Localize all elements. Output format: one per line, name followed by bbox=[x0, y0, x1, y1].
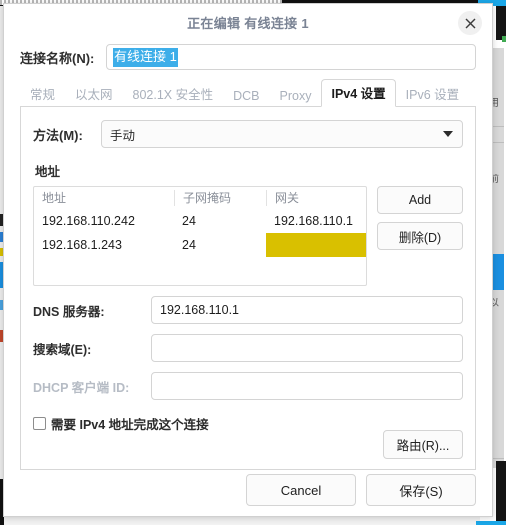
search-domains-input[interactable] bbox=[151, 334, 463, 362]
tab-ethernet[interactable]: 以太网 bbox=[65, 80, 123, 107]
column-header-gateway: 网关 bbox=[266, 190, 366, 206]
require-ipv4-label: 需要 IPv4 地址完成这个连接 bbox=[51, 418, 209, 432]
tab-dcb[interactable]: DCB bbox=[223, 85, 269, 107]
ipv4-settings-panel: 方法(M): 手动 地址 地址 子网掩码 网关 192.168.110.242 bbox=[20, 107, 476, 470]
dns-servers-row: DNS 服务器: 192.168.110.1 bbox=[33, 296, 463, 324]
background-right-dark-top bbox=[496, 6, 506, 40]
tab-ipv6-settings[interactable]: IPv6 设置 bbox=[396, 80, 470, 107]
delete-address-button[interactable]: 删除(D) bbox=[377, 222, 463, 250]
method-label: 方法(M): bbox=[33, 127, 83, 143]
connection-name-value: 有线连接 1 bbox=[113, 47, 178, 67]
cancel-button[interactable]: Cancel bbox=[246, 474, 356, 506]
routes-button[interactable]: 路由(R)... bbox=[383, 430, 463, 459]
add-address-button[interactable]: Add bbox=[377, 186, 463, 214]
require-ipv4-checkbox[interactable] bbox=[33, 417, 46, 430]
search-domains-label: 搜索域(E): bbox=[33, 342, 92, 357]
connection-name-row: 连接名称(N): 有线连接 1 bbox=[4, 42, 492, 72]
connection-name-label: 连接名称(N): bbox=[20, 50, 95, 66]
chevron-down-icon bbox=[443, 131, 453, 137]
column-header-netmask: 子网掩码 bbox=[174, 190, 266, 206]
addresses-buttons: Add 删除(D) bbox=[377, 186, 463, 286]
background-right-dark-bottom bbox=[496, 461, 506, 525]
cell-gateway-editing[interactable] bbox=[266, 233, 366, 257]
connection-name-input[interactable]: 有线连接 1 bbox=[106, 44, 476, 70]
save-button[interactable]: 保存(S) bbox=[366, 474, 476, 506]
routes-button-wrap: 路由(R)... bbox=[383, 430, 463, 459]
addresses-area: 地址 子网掩码 网关 192.168.110.242 24 192.168.11… bbox=[33, 186, 463, 286]
screen: 用 前 以 正在编辑 有线连接 1 连接名称(N): 有线连接 1 常规 以太网 bbox=[0, 0, 506, 525]
search-domains-row: 搜索域(E): bbox=[33, 334, 463, 362]
tab-ipv4-settings[interactable]: IPv4 设置 bbox=[321, 79, 396, 107]
addresses-table-header: 地址 子网掩码 网关 bbox=[34, 187, 366, 209]
dhcp-client-id-input[interactable] bbox=[151, 372, 463, 400]
background-accent-bottom bbox=[476, 521, 506, 525]
edit-connection-dialog: 正在编辑 有线连接 1 连接名称(N): 有线连接 1 常规 以太网 802.1… bbox=[3, 3, 493, 517]
tab-8021x-security[interactable]: 802.1X 安全性 bbox=[123, 80, 224, 107]
dns-servers-input[interactable]: 192.168.110.1 bbox=[151, 296, 463, 324]
cell-netmask[interactable]: 24 bbox=[174, 233, 266, 257]
cell-address[interactable]: 192.168.110.242 bbox=[34, 209, 174, 233]
method-row: 方法(M): 手动 bbox=[33, 119, 463, 149]
dhcp-client-id-label: DHCP 客户端 ID: bbox=[33, 380, 130, 395]
background-right-green-marker bbox=[502, 36, 506, 42]
settings-tabs: 常规 以太网 802.1X 安全性 DCB Proxy IPv4 设置 IPv6… bbox=[20, 79, 476, 107]
cell-gateway[interactable]: 192.168.110.1 bbox=[266, 209, 366, 233]
addresses-section-title: 地址 bbox=[35, 165, 61, 179]
tab-proxy[interactable]: Proxy bbox=[270, 85, 322, 107]
table-row[interactable]: 192.168.1.243 24 bbox=[34, 233, 366, 257]
column-header-address: 地址 bbox=[42, 191, 67, 205]
dialog-title: 正在编辑 有线连接 1 bbox=[187, 15, 309, 31]
dialog-footer: Cancel 保存(S) bbox=[4, 464, 492, 516]
close-button[interactable] bbox=[458, 11, 482, 35]
cell-netmask[interactable]: 24 bbox=[174, 209, 266, 233]
addresses-table[interactable]: 地址 子网掩码 网关 192.168.110.242 24 192.168.11… bbox=[33, 186, 367, 286]
method-value: 手动 bbox=[110, 128, 136, 143]
table-row[interactable]: 192.168.110.242 24 192.168.110.1 bbox=[34, 209, 366, 233]
dhcp-client-id-row: DHCP 客户端 ID: bbox=[33, 372, 463, 400]
method-select[interactable]: 手动 bbox=[101, 120, 463, 148]
tab-general[interactable]: 常规 bbox=[20, 80, 65, 107]
dialog-titlebar: 正在编辑 有线连接 1 bbox=[4, 4, 492, 40]
close-icon bbox=[465, 18, 475, 28]
cell-address[interactable]: 192.168.1.243 bbox=[34, 233, 174, 257]
dns-servers-label: DNS 服务器: bbox=[33, 304, 105, 319]
